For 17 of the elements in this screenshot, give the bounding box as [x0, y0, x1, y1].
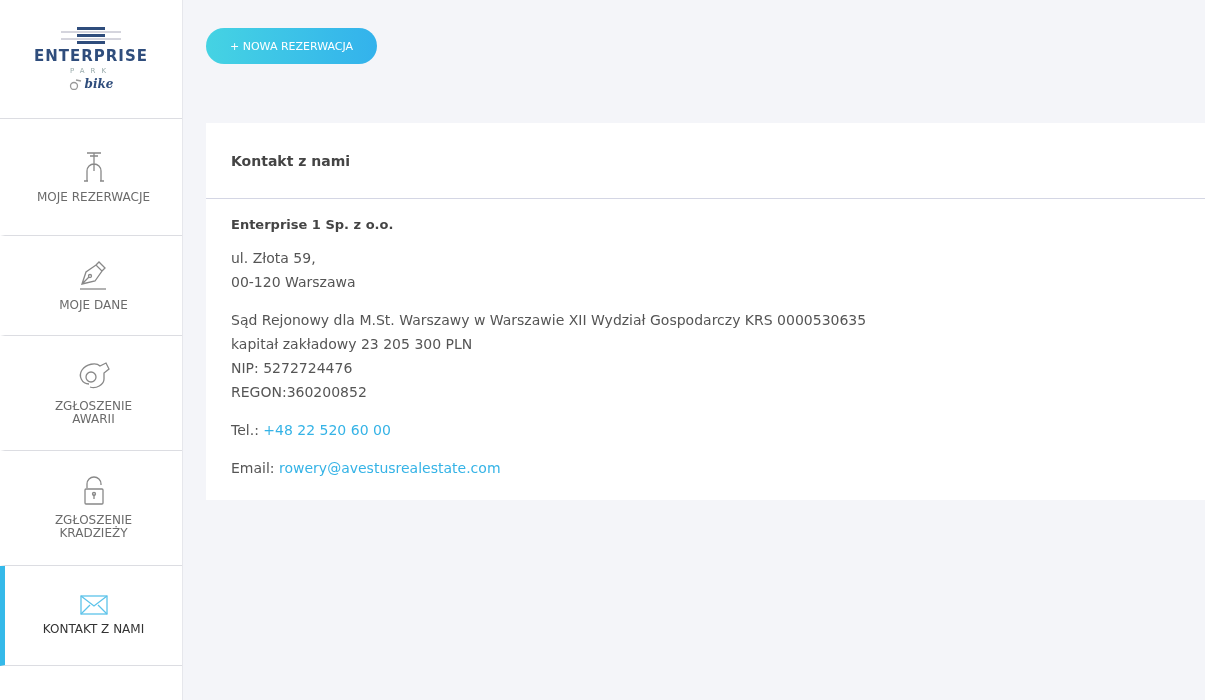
- contact-line: Email: rowery@avestusrealestate.com: [231, 459, 502, 478]
- logo-name: ENTERPRISE: [34, 47, 148, 65]
- company-name: Enterprise 1 Sp. z o.o.: [231, 217, 395, 232]
- envelope-icon: [79, 595, 108, 616]
- sidebar-item[interactable]: ZGŁOSZENIE KRADZIEŻY: [0, 451, 182, 566]
- logo-stripes-icon: [61, 27, 121, 45]
- address-text: Sąd Rejonowy dla M.St. Warszawy w Warszawie XII Wydział Gospodarczy KRS 0000530635 kapitał zakładowy 23 205 300 PLN NIP: 5272724476 REGON:360200852: [231, 311, 868, 402]
- logo-tagline: bike: [84, 77, 114, 91]
- contact-line: Tel.: +48 22 520 60 00: [231, 421, 392, 440]
- padlock-icon: [82, 476, 105, 507]
- address-text: ul. Złota 59, 00-120 Warszawa: [231, 249, 357, 292]
- card-title: Kontakt z nami: [231, 152, 351, 169]
- sidebar-item[interactable]: KONTAKT Z NAMI: [0, 566, 182, 666]
- bike-stand-icon: [82, 150, 105, 183]
- sidebar-item[interactable]: MOJE REZERWACJE: [0, 119, 182, 236]
- sidebar-item[interactable]: ZGŁOSZENIE AWARII: [0, 336, 182, 451]
- sidebar-item[interactable]: MOJE DANE: [0, 236, 182, 336]
